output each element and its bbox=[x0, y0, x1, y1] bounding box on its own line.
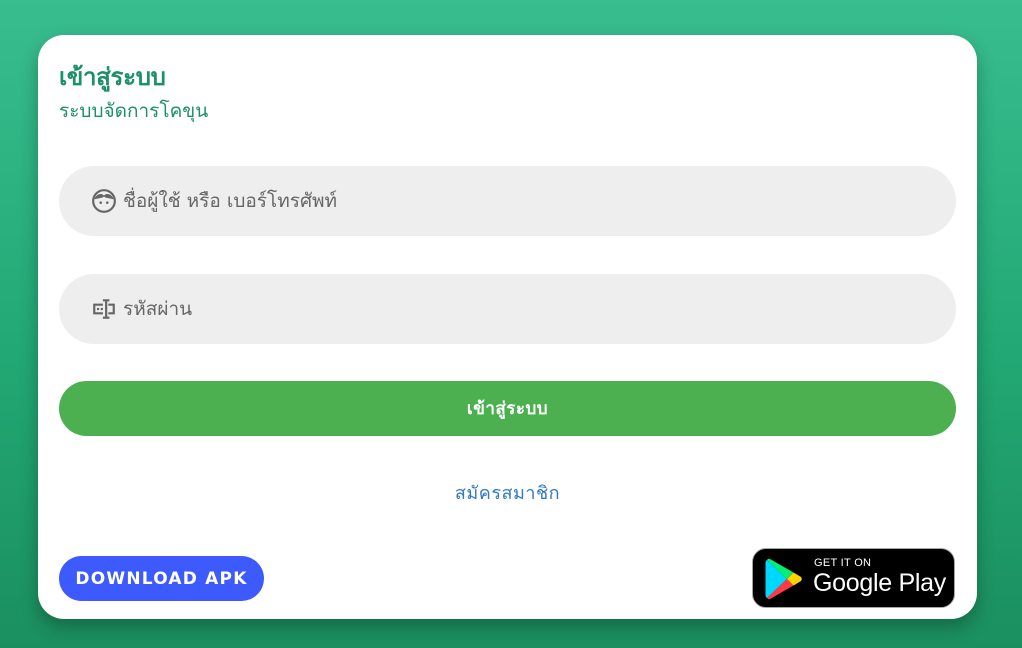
login-card: เข้าสู่ระบบ ระบบจัดการโคขุน เข้าสู่ระบบ bbox=[38, 35, 977, 619]
register-link[interactable]: สมัครสมาชิก bbox=[38, 478, 977, 507]
page-title: เข้าสู่ระบบ bbox=[59, 63, 166, 91]
google-play-small-text: GET IT ON bbox=[814, 557, 872, 569]
google-play-icon bbox=[765, 558, 802, 600]
google-play-badge[interactable]: GET IT ON Google Play bbox=[752, 548, 955, 608]
password-input[interactable] bbox=[123, 289, 923, 329]
username-field[interactable] bbox=[59, 166, 956, 236]
download-apk-button[interactable]: DOWNLOAD APK bbox=[59, 556, 264, 601]
page-subtitle: ระบบจัดการโคขุน bbox=[59, 100, 209, 122]
password-icon bbox=[91, 296, 117, 322]
username-input[interactable] bbox=[123, 181, 923, 221]
login-button[interactable]: เข้าสู่ระบบ bbox=[59, 381, 956, 436]
face-icon bbox=[91, 188, 117, 214]
password-field[interactable] bbox=[59, 274, 956, 344]
google-play-big-text: Google Play bbox=[813, 569, 946, 597]
